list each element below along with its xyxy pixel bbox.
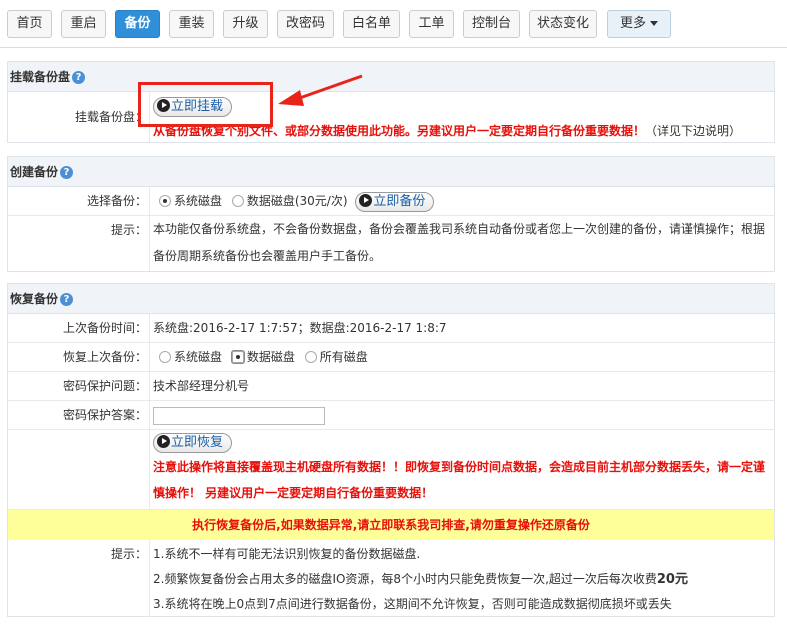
restore-panel-title: 恢复备份? [8,284,774,314]
last-backup-label: 上次备份时间： [8,314,150,342]
nav-reinstall-button[interactable]: 重装 [169,10,214,38]
restore-now-label: 立即恢复 [171,435,224,450]
restore-now-button[interactable]: 立即恢复 [153,433,233,453]
question-label: 密码保护问题： [8,372,150,400]
restore-tip-2: 2.频繁恢复备份会占用太多的磁盘IO资源，每8个小时内只能免费恢复一次,超过一次… [153,567,774,592]
mount-note-detail: （详见下边说明） [645,124,742,138]
question-row: 密码保护问题： 技术部经理分机号 [8,372,774,401]
help-icon[interactable]: ? [60,293,74,306]
restore-title-text: 恢复备份 [10,292,59,306]
nav-more-label: 更多 [619,16,646,31]
create-tip-row: 提示： 本功能仅备份系统盘，不会备份数据盘，备份会覆盖我司系统自动备份或者您上一… [8,216,774,271]
mount-row: 挂载备份盘： 立即挂载 从备份盘恢复个别文件、或部分数据使用此功能。另建议用户一… [8,92,774,142]
restore-tips-label: 提示： [8,540,150,617]
restore-system-radio[interactable] [159,351,171,363]
nav-change-password-button[interactable]: 改密码 [277,10,334,38]
restore-warning-bar: 执行恢复备份后,如果数据异常,请立即联系我司排查,请勿重复操作还原备份 [8,510,774,540]
help-icon[interactable]: ? [72,71,86,84]
restore-all-label: 所有磁盘 [319,350,368,364]
restore-action-label [8,430,150,509]
restore-backup-panel: 恢复备份? 上次备份时间： 系统盘:2016-2-17 1:7:57；数据盘:2… [7,283,775,617]
nav-status-change-button[interactable]: 状态变化 [529,10,597,38]
last-backup-row: 上次备份时间： 系统盘:2016-2-17 1:7:57；数据盘:2016-2-… [8,314,774,343]
nav-whitelist-button[interactable]: 白名单 [343,10,400,38]
create-backup-panel: 创建备份? 选择备份： 系统磁盘 数据磁盘(30元/次) 立即备份 提示： 本功… [7,156,775,272]
mount-panel-title: 挂载备份盘? [8,62,774,92]
system-disk-label: 系统磁盘 [174,194,223,208]
play-icon [157,435,170,448]
mount-backup-panel: 挂载备份盘? 挂载备份盘： 立即挂载 从备份盘恢复个别文件、或部分数据使用此功能… [7,61,775,143]
create-tip-text: 本功能仅备份系统盘，不会备份数据盘，备份会覆盖我司系统自动备份或者您上一次创建的… [153,222,766,263]
restore-tip-2-price: 20元 [656,572,688,587]
nav-ticket-button[interactable]: 工单 [409,10,454,38]
play-icon [359,193,373,207]
create-select-row: 选择备份： 系统磁盘 数据磁盘(30元/次) 立即备份 [8,187,774,216]
restore-action-row: 立即恢复 注意此操作将直接覆盖现主机硬盘所有数据！！即恢复到备份时间点数据，会造… [8,430,774,510]
system-disk-radio[interactable] [159,195,171,207]
top-nav: 首页 重启 备份 重装 升级 改密码 白名单 工单 控制台 状态变化 更多 [0,0,787,48]
restore-tip-2-text: 2.频繁恢复备份会占用太多的磁盘IO资源，每8个小时内只能免费恢复一次,超过一次… [153,572,657,586]
restore-tip-1: 1.系统不一样有可能无法识别恢复的备份数据磁盘. [153,547,421,561]
nav-more-dropdown[interactable]: 更多 [607,10,671,38]
help-icon[interactable]: ? [60,166,74,179]
data-disk-radio[interactable] [231,195,244,207]
restore-select-label: 恢复上次备份： [8,343,150,371]
create-title-text: 创建备份 [10,165,59,179]
mount-label: 挂载备份盘： [8,92,150,142]
chevron-down-icon [650,21,658,26]
create-tip-label: 提示： [8,216,150,271]
data-disk-label: 数据磁盘(30元/次) [246,194,348,208]
create-panel-title: 创建备份? [8,157,774,187]
backup-now-button[interactable]: 立即备份 [355,191,435,212]
nav-backup-button[interactable]: 备份 [115,10,160,38]
last-backup-value: 系统盘:2016-2-17 1:7:57；数据盘:2016-2-17 1:8:7 [153,321,447,335]
annotation-highlight-box [138,82,273,127]
mount-title-text: 挂载备份盘 [10,70,71,84]
nav-home-button[interactable]: 首页 [7,10,52,38]
restore-select-row: 恢复上次备份： 系统磁盘 数据磁盘 所有磁盘 [8,343,774,372]
backup-now-label: 立即备份 [373,193,426,209]
restore-tip-3: 3.系统将在晚上0点到7点间进行数据备份，这期间不允许恢复，否则可能造成数据彻底… [153,597,672,611]
nav-reboot-button[interactable]: 重启 [61,10,106,38]
nav-console-button[interactable]: 控制台 [463,10,520,38]
restore-data-radio[interactable] [231,351,244,363]
nav-upgrade-button[interactable]: 升级 [223,10,268,38]
restore-warning: 注意此操作将直接覆盖现主机硬盘所有数据！！即恢复到备份时间点数据，会造成目前主机… [153,460,766,500]
question-value: 技术部经理分机号 [153,379,250,393]
annotation-arrow-icon [278,74,363,106]
create-select-label: 选择备份： [8,187,150,215]
restore-system-label: 系统磁盘 [174,350,223,364]
answer-row: 密码保护答案： [8,401,774,430]
restore-tips-row: 提示： 1.系统不一样有可能无法识别恢复的备份数据磁盘. 2.频繁恢复备份会占用… [8,540,774,617]
password-answer-input[interactable] [153,406,325,425]
restore-data-label: 数据磁盘 [246,350,295,364]
restore-all-radio[interactable] [304,351,317,363]
answer-label: 密码保护答案： [8,401,150,429]
